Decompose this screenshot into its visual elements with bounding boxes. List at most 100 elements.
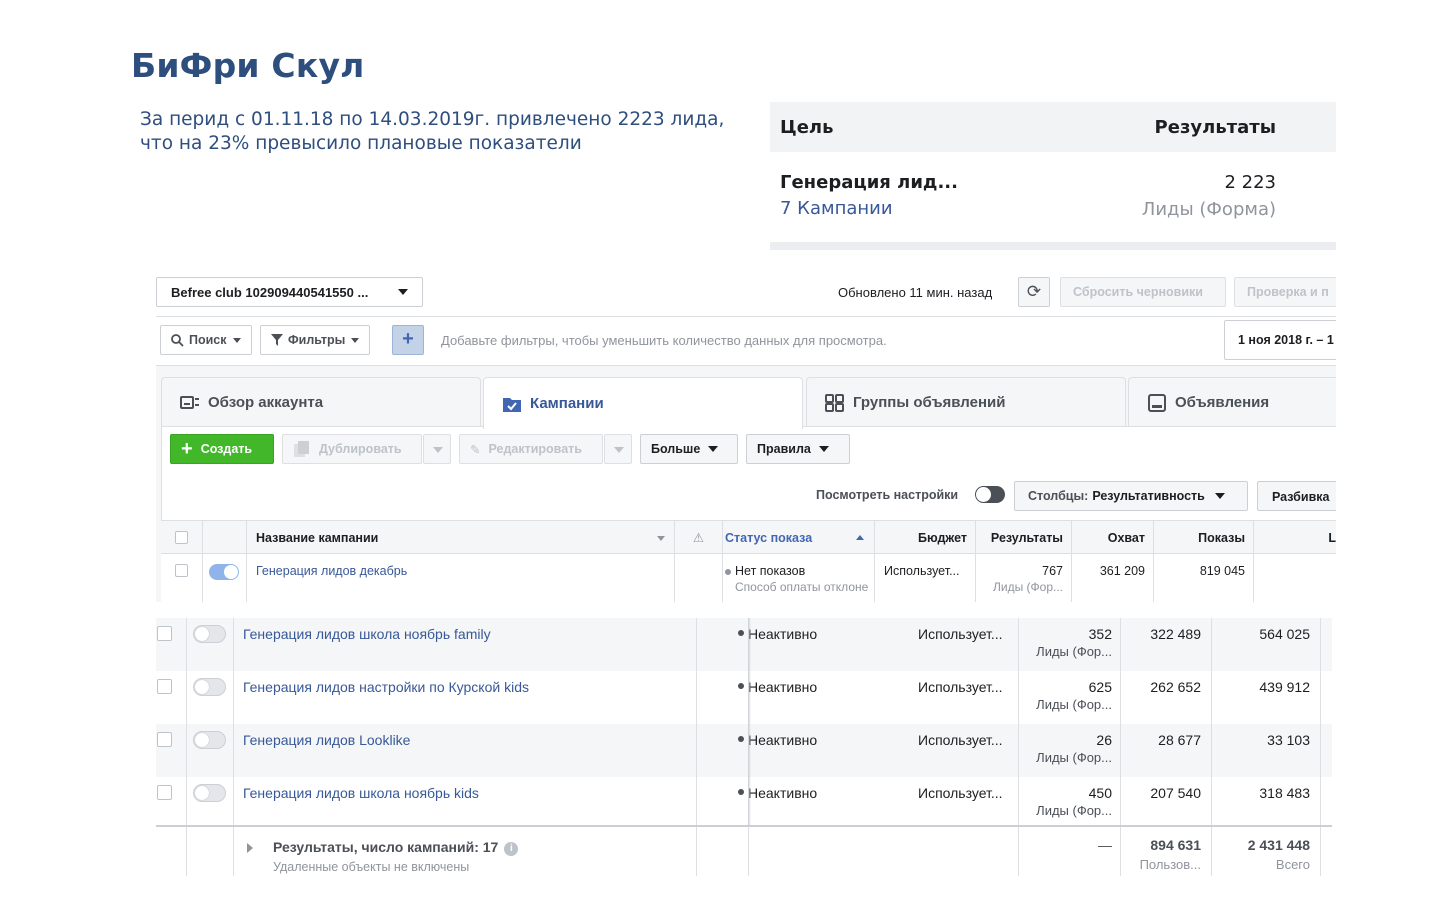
results-value: 450 (1088, 785, 1112, 801)
account-overview-icon (180, 395, 199, 409)
row-checkbox[interactable] (157, 785, 172, 800)
summary-divider (770, 242, 1336, 250)
breakdown-button[interactable]: Разбивка (1257, 481, 1336, 511)
filters-button[interactable]: Фильтры (260, 325, 371, 355)
expand-arrow-icon[interactable] (247, 843, 253, 853)
results-value: 352 (1088, 626, 1112, 642)
chevron-down-icon (398, 289, 408, 295)
tab-campaigns[interactable]: Кампании (483, 377, 803, 429)
review-publish-button[interactable]: Проверка и п (1234, 277, 1336, 307)
campaign-toggle[interactable] (209, 564, 239, 580)
tab-label: Группы объявлений (853, 394, 1006, 411)
status-text: Неактивно (737, 626, 818, 642)
date-range-picker[interactable]: 1 ноя 2018 г. – 1 (1224, 320, 1336, 360)
status-text: Неактивно (737, 785, 818, 801)
reach-value: 262 652 (1150, 679, 1201, 695)
results-header[interactable]: Результаты (976, 521, 1072, 554)
create-label: Создать (200, 442, 253, 456)
tab-ads[interactable]: Объявления (1128, 377, 1336, 427)
results-unit: Лиды (Фор... (1036, 803, 1112, 818)
campaign-toggle[interactable] (193, 784, 226, 802)
summary-row: Генерация лид... 7 Кампании 2 223 Лиды (… (770, 152, 1336, 242)
impressions-value: 439 912 (1259, 679, 1310, 695)
search-button[interactable]: Поиск (160, 325, 252, 355)
refresh-button[interactable]: ⟳ (1018, 277, 1050, 307)
edit-button[interactable]: ✎ Редактировать (459, 434, 603, 464)
totals-note: Удаленные объекты не включены (273, 860, 470, 874)
add-filter-button[interactable]: + (392, 325, 424, 355)
view-settings-toggle[interactable] (975, 486, 1005, 503)
chevron-down-icon (708, 446, 719, 452)
columns-button[interactable]: Столбцы: Результативность (1014, 481, 1248, 511)
campaign-toggle[interactable] (193, 731, 226, 749)
create-button[interactable]: + Создать (170, 434, 274, 464)
budget-header[interactable]: Бюджет (875, 521, 976, 554)
campaign-name-link[interactable]: Генерация лидов настройки по Курской kid… (243, 679, 529, 695)
column-divider (1018, 827, 1019, 876)
reach-header[interactable]: Охват (1072, 521, 1154, 554)
budget-text: Использует... (918, 785, 1003, 801)
duplicate-button[interactable]: Дублировать (282, 434, 422, 464)
rules-label: Правила (757, 442, 811, 456)
campaign-name-link[interactable]: Генерация лидов Looklike (243, 732, 410, 748)
row-results-cell: 767 Лиды (Фор... (976, 554, 1072, 602)
row-impressions-cell: 819 045 (1154, 554, 1254, 602)
totals-title: Результаты, число кампаний: 17 i (273, 839, 519, 856)
select-all-checkbox[interactable] (175, 531, 188, 544)
impressions-header[interactable]: Показы (1154, 521, 1254, 554)
results-unit: Лиды (Фор... (992, 580, 1063, 594)
search-icon (171, 333, 184, 347)
tab-label: Обзор аккаунта (208, 394, 324, 411)
campaign-name-link[interactable]: Генерация лидов школа ноябрь family (243, 626, 491, 642)
more-button[interactable]: Больше (640, 434, 738, 464)
columns-value: Результативность (1092, 489, 1205, 503)
goal-summary: Цель Результаты Генерация лид... 7 Кампа… (770, 102, 1336, 250)
table-row: Генерация лидов Looklike Неактивно Испол… (156, 724, 1332, 777)
column-divider (748, 827, 749, 876)
edit-menu-button[interactable] (604, 434, 632, 464)
row-checkbox[interactable] (157, 732, 172, 747)
campaigns-link[interactable]: 7 Кампании (780, 198, 893, 219)
subtitle-line-2: что на 23% превысило плановые показатели (140, 133, 582, 154)
view-settings-label: Посмотреть настройки (816, 488, 959, 502)
goal-name: Генерация лид... (780, 172, 958, 193)
subtitle-line-1: За перид с 01.11.18 по 14.03.2019г. прив… (140, 109, 725, 130)
rules-button[interactable]: Правила (746, 434, 850, 464)
totals-results: — (1098, 837, 1112, 853)
status-header[interactable]: Статус показа (723, 521, 875, 554)
info-icon[interactable]: i (504, 842, 519, 856)
totals-impressions-unit: Всего (1275, 857, 1310, 872)
reach-value: 28 677 (1158, 732, 1201, 748)
budget-text: Использует... (884, 564, 960, 578)
campaign-name-link[interactable]: Генерация лидов декабрь (256, 564, 407, 578)
impressions-value: 564 025 (1259, 626, 1310, 642)
table-row: Генерация лидов декабрь Нет показов Спос… (161, 554, 1336, 602)
status-text: Неактивно (737, 732, 818, 748)
column-divider (186, 827, 187, 876)
row-checkbox[interactable] (157, 626, 172, 641)
name-header[interactable]: Название кампании (247, 521, 675, 554)
row-select-cell (161, 554, 203, 602)
status-header-label: Статус показа (725, 530, 813, 545)
table-header: Название кампании ⚠ Статус показа Бюджет… (161, 520, 1336, 554)
discard-drafts-button[interactable]: Сбросить черновики (1060, 277, 1226, 307)
results-header: Результаты (1154, 116, 1276, 138)
account-name: Befree club 102909440541550 ... (171, 284, 369, 300)
campaign-toggle[interactable] (193, 678, 226, 696)
impressions-value: 33 103 (1267, 732, 1310, 748)
tab-ad-sets[interactable]: Группы объявлений (806, 377, 1126, 427)
slide-subtitle: За перид с 01.11.18 по 14.03.2019г. прив… (140, 108, 740, 156)
campaign-name-link[interactable]: Генерация лидов школа ноябрь kids (243, 785, 479, 801)
results-value: 625 (1088, 679, 1112, 695)
table-row: Генерация лидов школа ноябрь kids Неакти… (156, 777, 1332, 830)
extra-header[interactable]: L (1254, 521, 1336, 554)
campaign-toggle[interactable] (193, 625, 226, 643)
duplicate-menu-button[interactable] (423, 434, 451, 464)
row-reach-cell: 361 209 (1072, 554, 1154, 602)
row-checkbox[interactable] (157, 679, 172, 694)
grid-icon (825, 393, 844, 412)
row-checkbox[interactable] (175, 564, 188, 577)
table-row: Генерация лидов школа ноябрь family Неак… (156, 618, 1332, 671)
tab-account-overview[interactable]: Обзор аккаунта (161, 377, 481, 427)
account-selector[interactable]: Befree club 102909440541550 ... (156, 277, 423, 307)
